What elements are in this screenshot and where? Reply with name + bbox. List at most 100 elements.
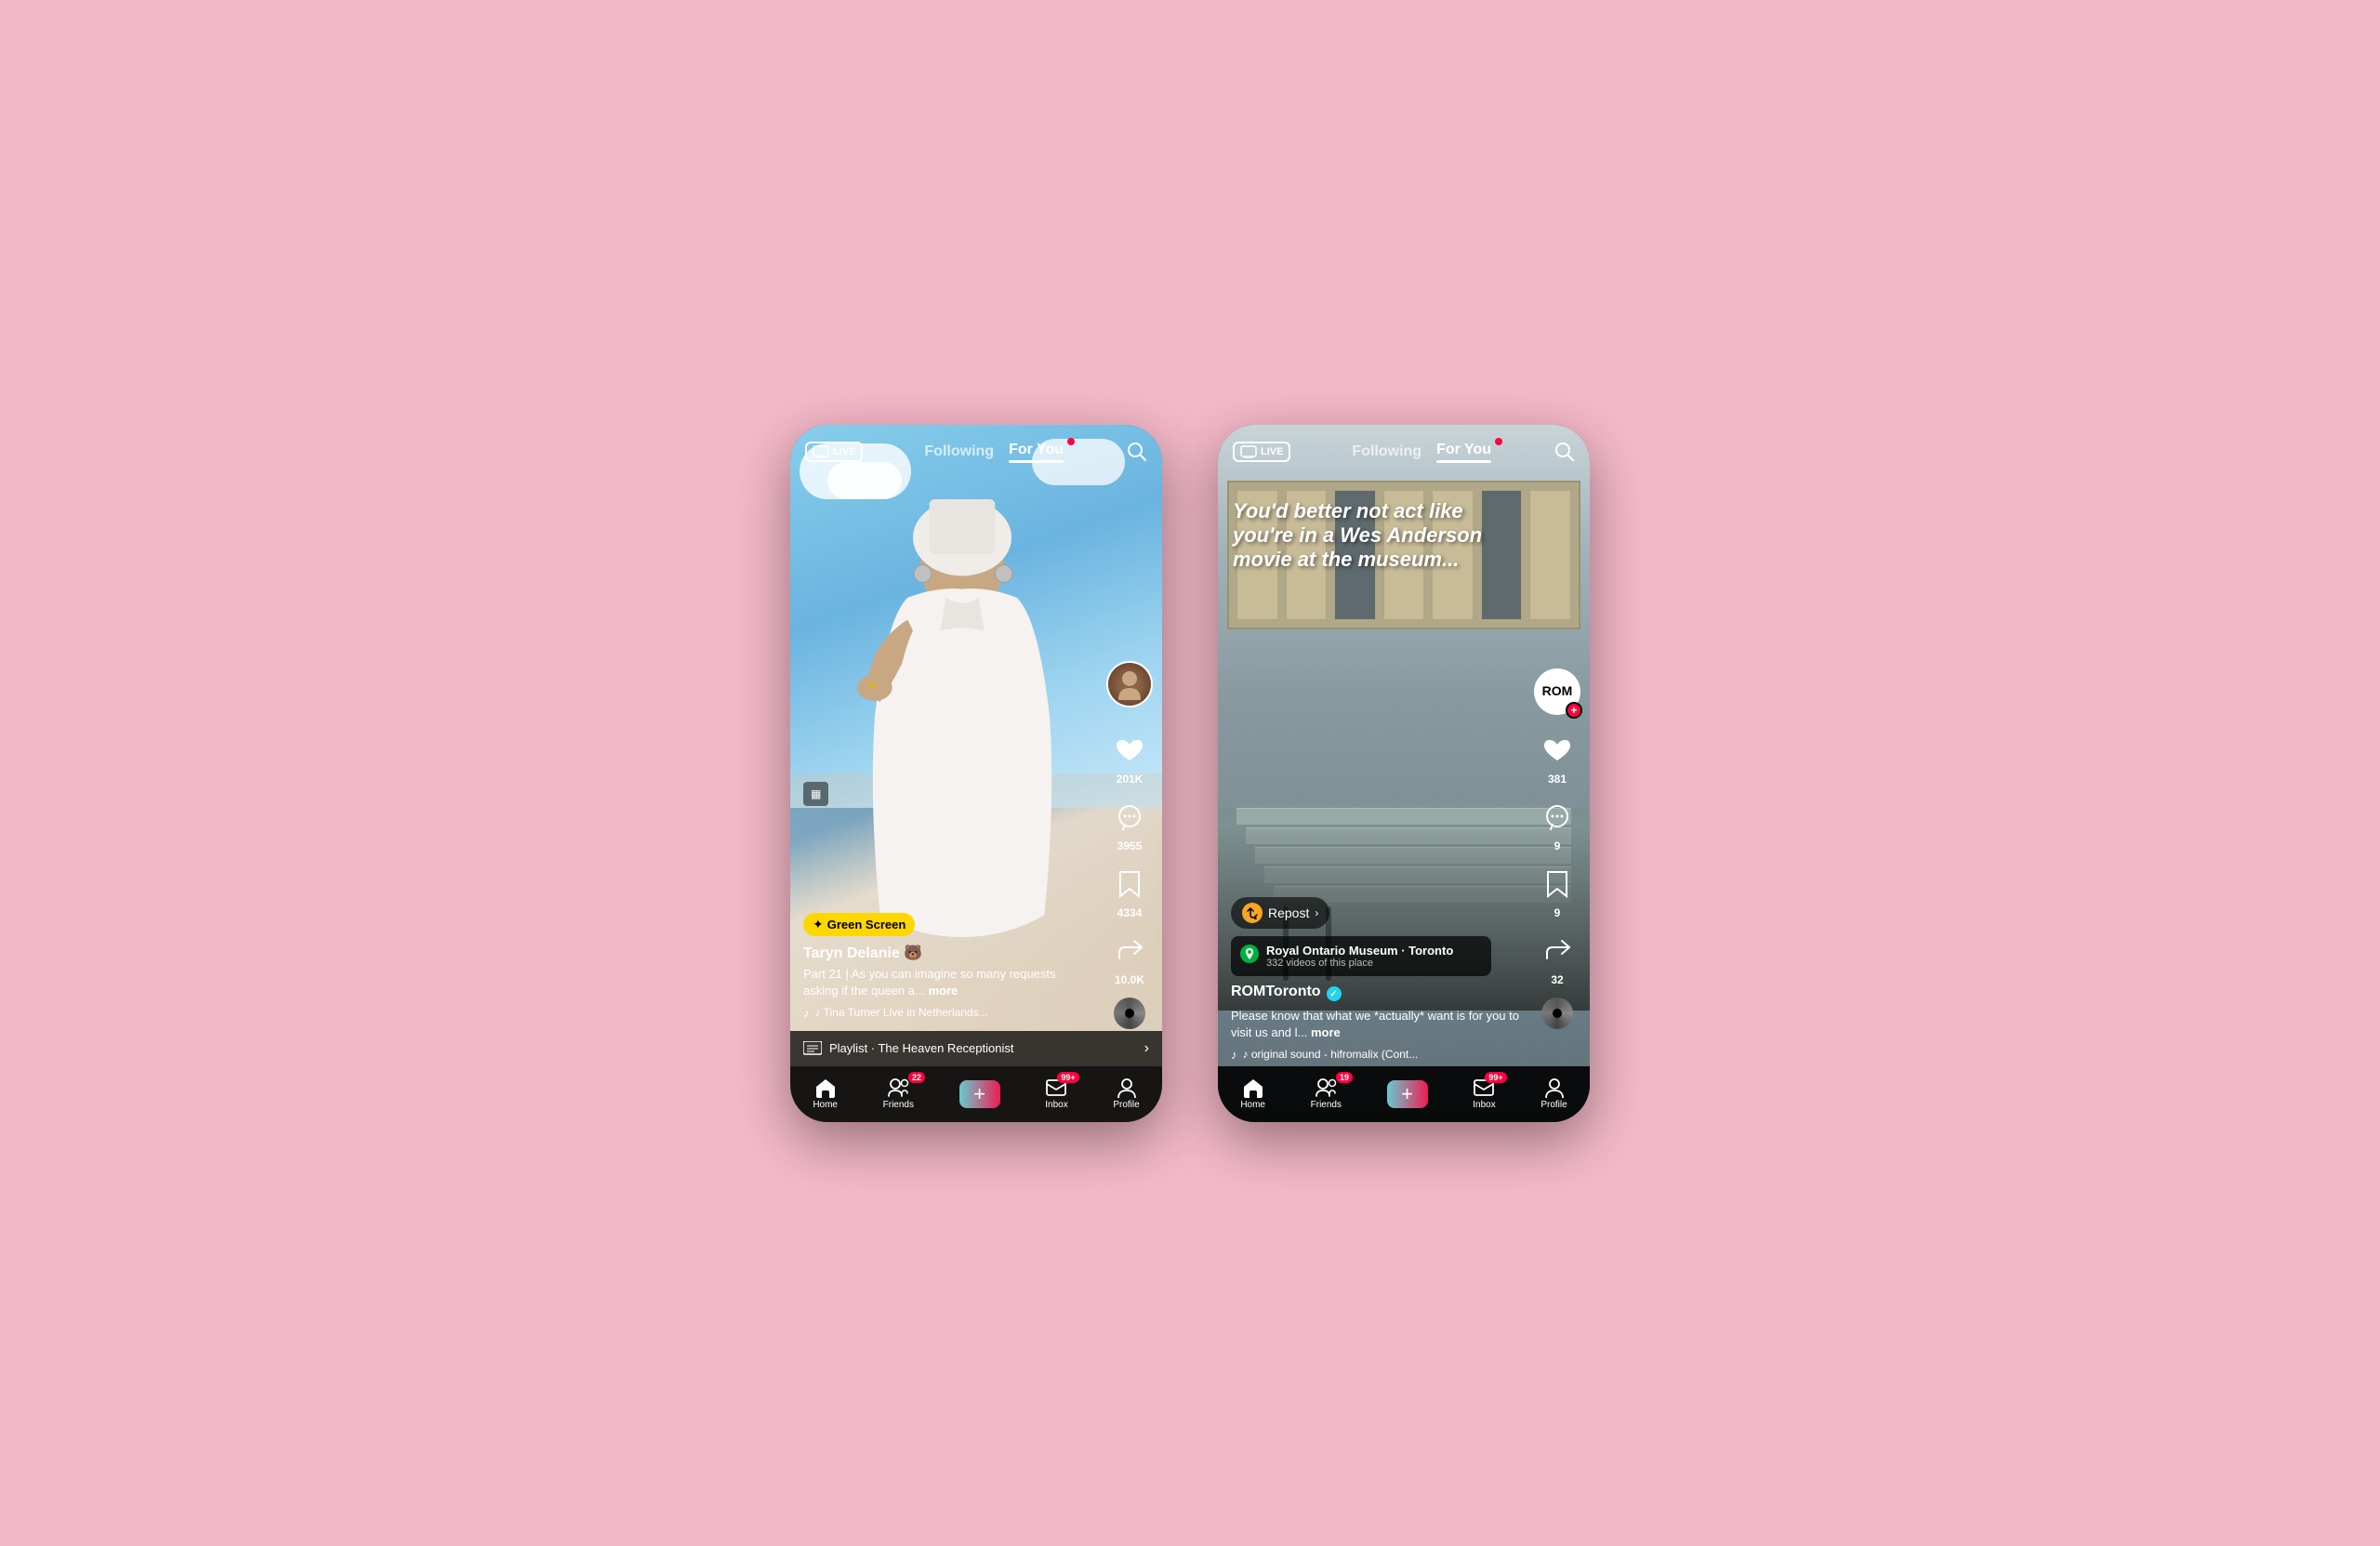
video-title-text-2: You'd better not act like you're in a We… <box>1233 499 1525 573</box>
playlist-text-1: Playlist · The Heaven Receptionist <box>829 1041 1013 1055</box>
nav-profile-1[interactable]: Profile <box>1113 1077 1139 1110</box>
video-desc-1: Part 21 | As you can imagine so many req… <box>803 966 1093 999</box>
music-text-1: ♪ Tina Turner Live in Netherlands... <box>815 1006 988 1019</box>
right-actions-1: 201K 3955 4334 <box>1106 661 1153 1029</box>
bookmark-icon-container-2 <box>1537 864 1578 905</box>
creator-avatar-1 <box>1106 661 1153 707</box>
search-button-2[interactable] <box>1553 440 1575 465</box>
right-actions-2: ROM + 381 9 <box>1534 668 1580 1029</box>
location-name-2: Royal Ontario Museum · Toronto <box>1266 944 1482 958</box>
tv-icon-1 <box>813 445 829 458</box>
friends-badge-1: 22 <box>908 1072 925 1083</box>
music-row-2[interactable]: ♪ ♪ original sound - hifromalix (Cont... <box>1231 1048 1521 1062</box>
effect-badge-1[interactable]: ✦ Green Screen <box>803 913 915 936</box>
bookmark-button-1[interactable]: 4334 <box>1109 864 1150 919</box>
following-tab-1[interactable]: Following <box>924 443 994 460</box>
music-disc-1 <box>1114 998 1145 1029</box>
phone-2: You'd better not act like you're in a We… <box>1218 425 1590 1122</box>
search-icon-1 <box>1125 440 1147 462</box>
nav-friends-1[interactable]: 22 Friends <box>883 1077 914 1110</box>
more-label-2[interactable]: more <box>1311 1025 1341 1039</box>
music-note-icon-1: ♪ <box>803 1006 810 1020</box>
inbox-label-2: Inbox <box>1473 1100 1495 1110</box>
bookmark-button-2[interactable]: 9 <box>1537 864 1578 919</box>
nav-inbox-2[interactable]: 99+ Inbox <box>1473 1077 1495 1110</box>
comment-icon-1 <box>1116 804 1144 830</box>
location-info-2: Royal Ontario Museum · Toronto 332 video… <box>1266 944 1482 969</box>
live-badge-1[interactable]: LIVE <box>805 442 863 462</box>
foryou-underline-1 <box>1009 460 1064 463</box>
nav-add-2[interactable]: + <box>1387 1080 1428 1108</box>
foryou-tab-1[interactable]: For You <box>1009 442 1064 463</box>
creator-name-2[interactable]: ROMToronto <box>1231 984 1321 1000</box>
nav-inbox-1[interactable]: 99+ Inbox <box>1045 1077 1067 1110</box>
inbox-badge-2: 99+ <box>1485 1072 1506 1083</box>
home-label-2: Home <box>1240 1100 1265 1110</box>
playlist-icon-1 <box>803 1041 822 1056</box>
effect-star-1: ✦ <box>813 917 824 932</box>
friends-label-2: Friends <box>1311 1100 1342 1110</box>
comment-button-1[interactable]: 3955 <box>1109 797 1150 852</box>
music-note-icon-2: ♪ <box>1231 1048 1237 1062</box>
friends-icon-1 <box>887 1077 909 1098</box>
following-tab-2[interactable]: Following <box>1352 443 1421 460</box>
add-button-1[interactable]: + <box>959 1080 1000 1108</box>
share-count-2: 32 <box>1551 973 1563 986</box>
comment-count-1: 3955 <box>1117 839 1143 852</box>
friends-icon-2 <box>1315 1077 1337 1098</box>
share-count-1: 10.0K <box>1115 973 1144 986</box>
bottom-nav-1: Home 22 Friends + 99+ Inbox <box>790 1066 1162 1122</box>
follow-plus-2: + <box>1566 702 1582 719</box>
comment-icon-container-1 <box>1109 797 1150 838</box>
verified-badge-2: ✓ <box>1327 986 1342 1001</box>
playlist-chevron-1: › <box>1144 1040 1149 1057</box>
live-text-1: LIVE <box>833 446 855 457</box>
nav-home-1[interactable]: Home <box>813 1077 838 1110</box>
phone2-bottom-info: Repost › Royal Ontario Museum · Toronto … <box>1218 897 1534 1061</box>
nav-add-1[interactable]: + <box>959 1080 1000 1108</box>
share-button-2[interactable]: 32 <box>1537 931 1578 986</box>
phone1-bottom-info: ✦ Green Screen Taryn Delanie 🐻 Part 21 |… <box>790 913 1106 1019</box>
nav-profile-2[interactable]: Profile <box>1540 1077 1567 1110</box>
profile-label-1: Profile <box>1113 1100 1139 1110</box>
profile-label-2: Profile <box>1540 1100 1567 1110</box>
like-button-2[interactable]: 381 <box>1537 730 1578 786</box>
live-text-2: LIVE <box>1261 446 1283 457</box>
foryou-tab-2[interactable]: For You <box>1436 442 1491 463</box>
inbox-badge-1: 99+ <box>1057 1072 1078 1083</box>
search-button-1[interactable] <box>1125 440 1147 465</box>
phone-1: LIVE Following For You ▦ <box>790 425 1162 1122</box>
repost-bar-2[interactable]: Repost › <box>1231 897 1329 929</box>
add-button-2[interactable]: + <box>1387 1080 1428 1108</box>
more-label-1[interactable]: more <box>928 984 958 998</box>
share-button-1[interactable]: 10.0K <box>1109 931 1150 986</box>
like-button-1[interactable]: 201K <box>1109 730 1150 786</box>
location-tag-2[interactable]: Royal Ontario Museum · Toronto 332 video… <box>1231 936 1491 976</box>
video-title-overlay-2: You'd better not act like you're in a We… <box>1233 499 1525 573</box>
bookmark-icon-2 <box>1545 870 1569 898</box>
inbox-label-1: Inbox <box>1045 1100 1067 1110</box>
location-dot-2 <box>1240 945 1259 963</box>
live-badge-2[interactable]: LIVE <box>1233 442 1290 462</box>
bookmark-count-2: 9 <box>1554 906 1561 919</box>
nav-home-2[interactable]: Home <box>1240 1077 1265 1110</box>
nav-friends-2[interactable]: 19 Friends <box>1311 1077 1342 1110</box>
creator-avatar-container-2[interactable]: ROM + <box>1534 668 1580 715</box>
heart-icon-1 <box>1116 737 1144 763</box>
repost-chevron-2: › <box>1315 906 1318 919</box>
creator-avatar-container-1[interactable] <box>1106 661 1153 715</box>
nav-center-2: Following For You <box>1352 442 1491 463</box>
bookmark-count-1: 4334 <box>1117 906 1143 919</box>
music-text-2: ♪ original sound - hifromalix (Cont... <box>1243 1048 1419 1061</box>
heart-icon-container-1 <box>1109 730 1150 771</box>
playlist-bar-1[interactable]: Playlist · The Heaven Receptionist › <box>790 1031 1162 1066</box>
location-count-2: 332 videos of this place <box>1266 958 1482 969</box>
creator-name-1[interactable]: Taryn Delanie 🐻 <box>803 944 1093 962</box>
effect-text-1: Green Screen <box>827 918 906 932</box>
share-icon-1 <box>1116 938 1144 964</box>
comment-button-2[interactable]: 9 <box>1537 797 1578 852</box>
tv-icon-2 <box>1240 445 1257 458</box>
caption-text-1: ▦ <box>811 787 821 800</box>
music-row-1[interactable]: ♪ ♪ Tina Turner Live in Netherlands... <box>803 1006 1093 1020</box>
nav-center-1: Following For You <box>924 442 1064 463</box>
